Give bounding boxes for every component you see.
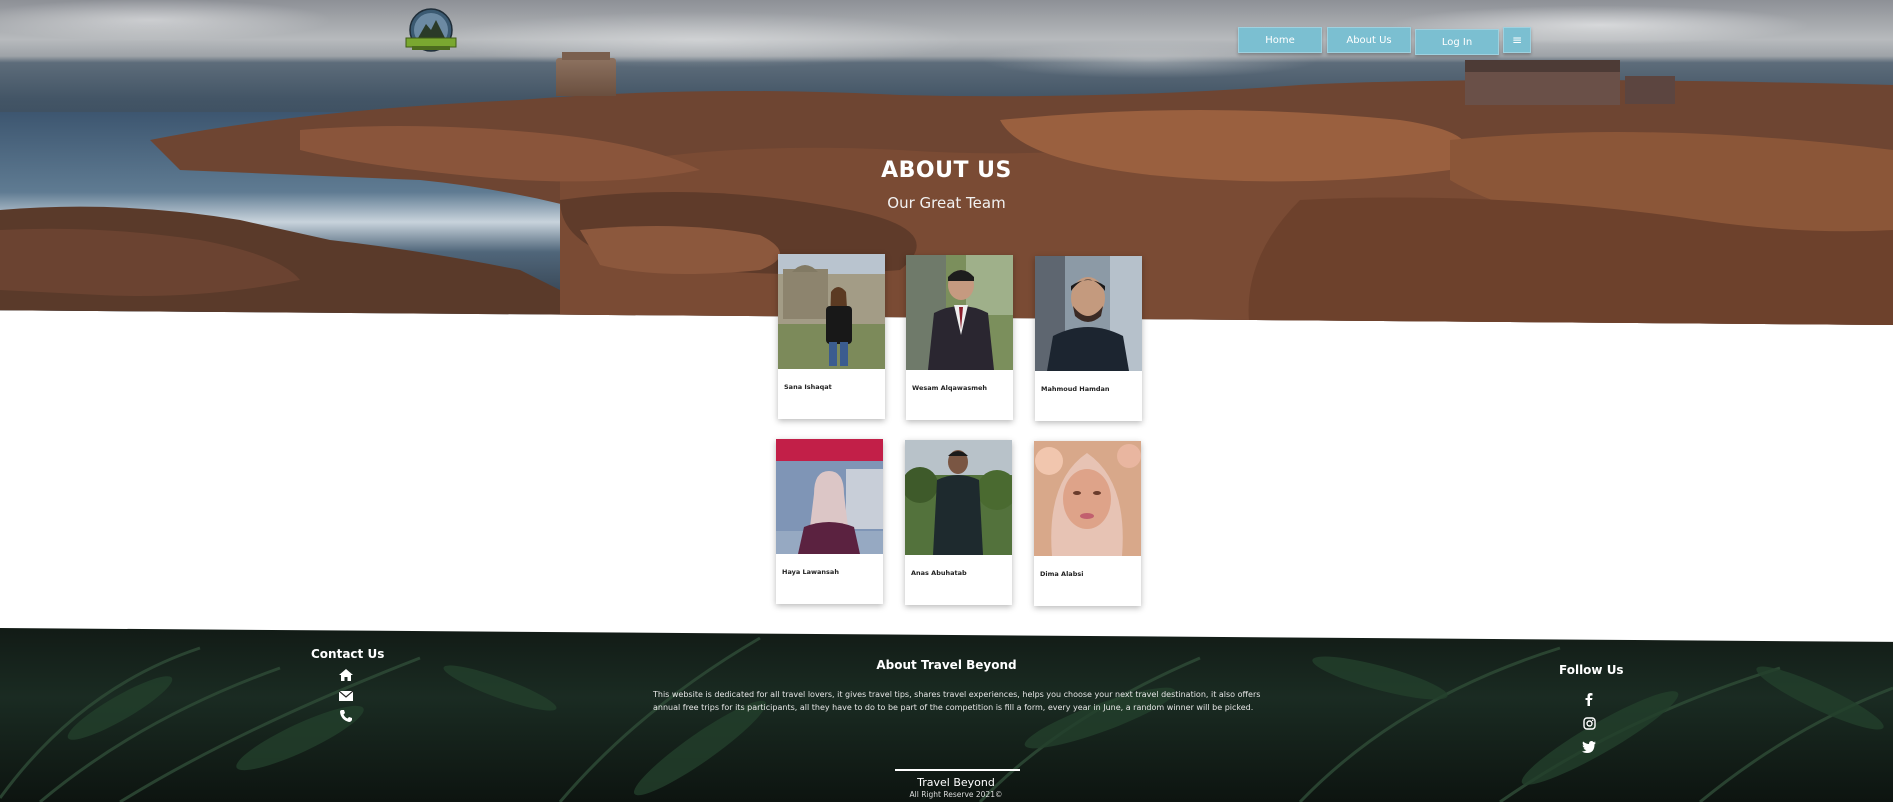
team-member-name: Haya Lawansah (782, 568, 839, 576)
instagram-icon[interactable] (1581, 716, 1597, 730)
menu-button[interactable]: ≡ (1503, 27, 1531, 53)
house-building (1465, 60, 1620, 105)
twitter-icon[interactable] (1581, 740, 1597, 754)
team-card[interactable]: Wesam Alqawasmeh (906, 255, 1013, 420)
team-member-name: Mahmoud Hamdan (1041, 385, 1110, 393)
follow-title: Follow Us (1559, 663, 1624, 677)
phone-icon[interactable] (338, 709, 354, 723)
team-member-name: Anas Abuhatab (911, 569, 967, 577)
nav-home-button[interactable]: Home (1238, 27, 1322, 53)
team-card[interactable]: Haya Lawansah (776, 439, 883, 604)
team-card[interactable]: Mahmoud Hamdan (1035, 256, 1142, 421)
team-card[interactable]: Dima Alabsi (1034, 441, 1141, 606)
page-title: ABOUT US (881, 158, 1012, 183)
nav-login-button[interactable]: Log In (1415, 29, 1499, 55)
team-photo (905, 440, 1012, 555)
page-subtitle: Our Great Team (887, 194, 1006, 212)
team-photo (906, 255, 1013, 370)
team-member-name: Dima Alabsi (1040, 570, 1084, 578)
team-card[interactable]: Sana Ishaqat (778, 254, 885, 419)
copyright: All Right Reserve 2021© (909, 790, 1003, 799)
team-photo (1035, 256, 1142, 371)
facebook-icon[interactable] (1581, 692, 1597, 706)
team-member-name: Sana Ishaqat (784, 383, 832, 391)
hamburger-icon: ≡ (1511, 33, 1523, 47)
team-member-name: Wesam Alqawasmeh (912, 384, 988, 392)
nav-about-button[interactable]: About Us (1327, 27, 1411, 53)
team-photo (778, 254, 885, 369)
team-card[interactable]: Anas Abuhatab (905, 440, 1012, 605)
site-logo[interactable] (400, 8, 462, 56)
footer-brand: Travel Beyond (917, 776, 995, 789)
team-photo (1034, 441, 1141, 556)
mail-icon[interactable] (338, 689, 354, 703)
team-photo (776, 439, 883, 554)
footer-divider (895, 769, 1020, 771)
about-site-text-line-1: This website is dedicated for all travel… (653, 690, 1261, 699)
stone-tower (556, 52, 616, 96)
house-annex (1625, 76, 1675, 104)
about-site-text-line-2: annual free trips for its participants, … (653, 703, 1254, 712)
